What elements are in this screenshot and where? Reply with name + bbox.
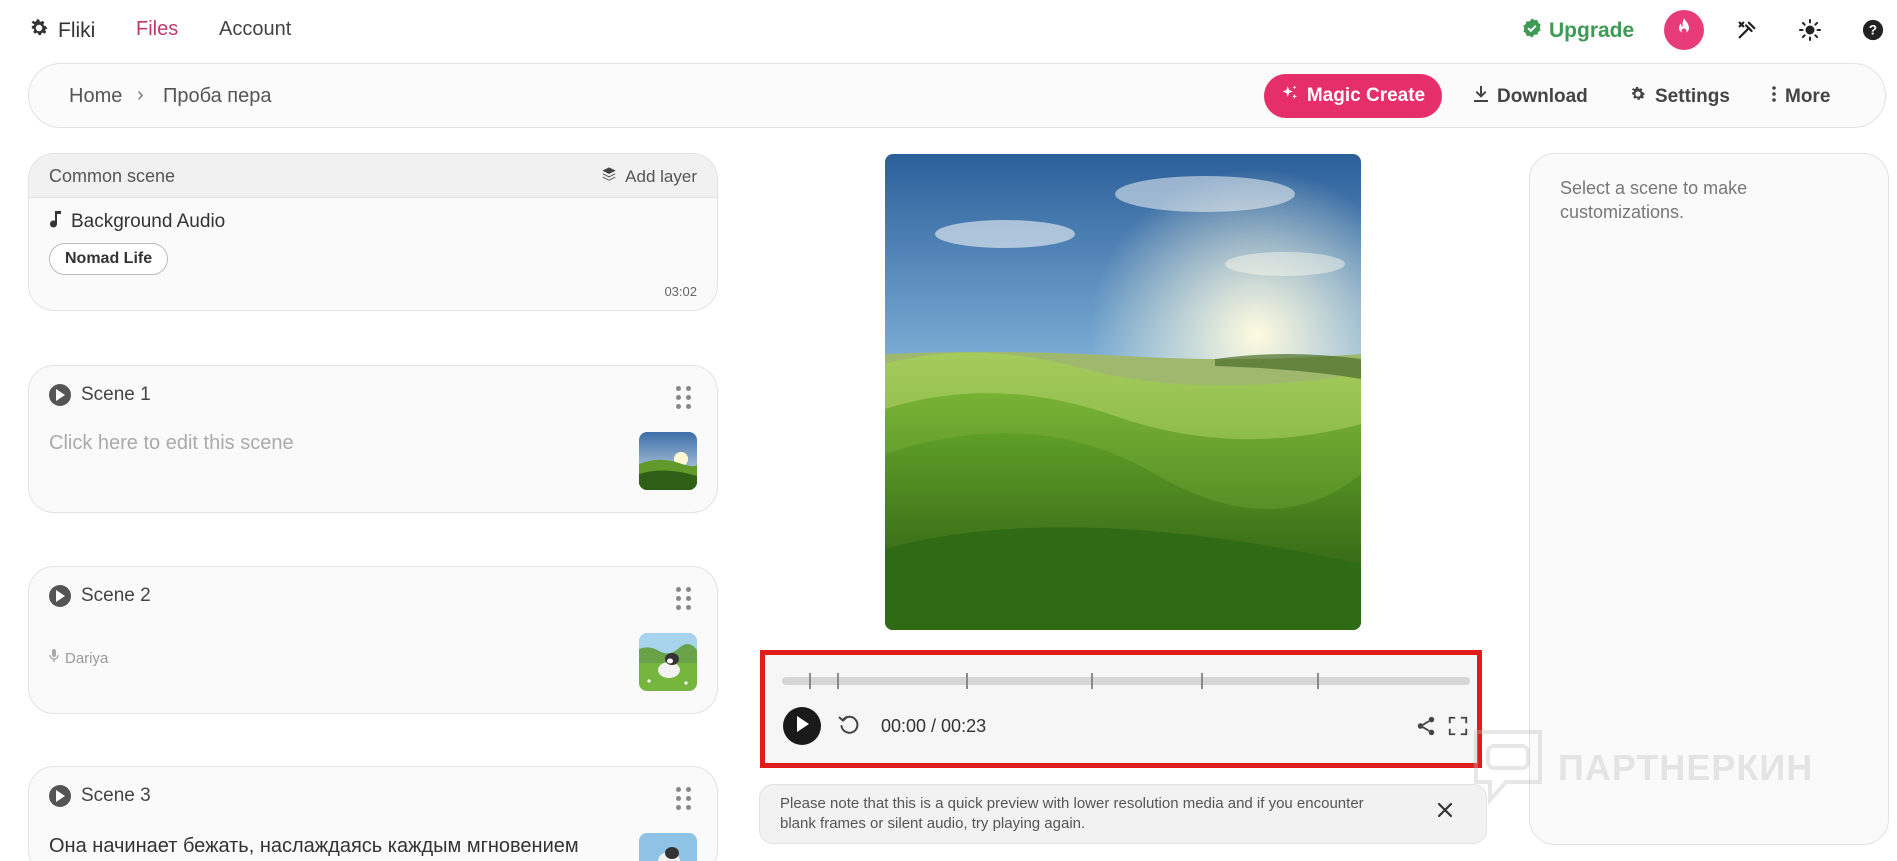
scene-placeholder[interactable]: Click here to edit this scene <box>49 432 294 455</box>
scene-marker <box>1091 673 1093 689</box>
more-vertical-icon <box>1771 85 1777 109</box>
scene-header: Scene 3 <box>49 785 151 807</box>
gear-icon <box>28 17 50 45</box>
flame-icon <box>1674 17 1694 44</box>
download-label: Download <box>1497 86 1588 107</box>
common-scene-header: Common scene Add layer <box>29 154 717 198</box>
scene-marker <box>1317 673 1319 689</box>
background-audio: Background Audio <box>49 210 225 234</box>
scene-thumbnail[interactable] <box>639 432 697 490</box>
replay-icon[interactable] <box>837 713 861 742</box>
top-navigation: Fliki Files Account Upgrade ? <box>0 0 1897 58</box>
scene-marker <box>1201 673 1203 689</box>
play-icon <box>795 715 809 737</box>
playback-time: 00:00 / 00:23 <box>881 716 987 736</box>
breadcrumb-home[interactable]: Home <box>69 85 122 108</box>
more-button[interactable]: More <box>1771 85 1830 109</box>
watermark: ПАРТНЕРКИН <box>1472 728 1813 808</box>
watermark-text: ПАРТНЕРКИН <box>1558 747 1814 788</box>
layers-icon <box>601 166 617 187</box>
scene-voice[interactable]: Dariya <box>49 649 108 667</box>
brand-name: Fliki <box>58 19 96 42</box>
preview-notice-text: Please note that this is a quick preview… <box>780 795 1364 832</box>
settings-button[interactable]: Settings <box>1629 85 1730 109</box>
scene-marker <box>837 673 839 689</box>
breadcrumb-separator: › <box>137 84 144 106</box>
upgrade-label: Upgrade <box>1549 19 1635 42</box>
drag-handle-icon[interactable] <box>676 386 691 409</box>
voice-name: Dariya <box>65 649 109 667</box>
more-label: More <box>1785 86 1831 107</box>
audio-duration: 03:02 <box>664 284 697 299</box>
video-player-controls: 00:00 / 00:23 <box>760 650 1482 768</box>
common-scene-title: Common scene <box>49 166 176 186</box>
background-audio-label: Background Audio <box>71 211 226 232</box>
scene-label: Scene 1 <box>81 384 151 405</box>
scene-card-3[interactable]: Scene 3 Она начинает бежать, наслаждаясь… <box>28 766 718 861</box>
upgrade-link[interactable]: Upgrade <box>1521 17 1634 45</box>
scene-marker <box>809 673 811 689</box>
nav-files[interactable]: Files <box>136 18 178 41</box>
check-badge-icon <box>1521 17 1543 45</box>
svg-text:?: ? <box>1869 23 1877 38</box>
add-layer-label: Add layer <box>625 166 697 186</box>
download-button[interactable]: Download <box>1473 85 1588 109</box>
scene-card-2[interactable]: Scene 2 Dariya <box>28 566 718 714</box>
timeline-scrubber[interactable] <box>782 673 1470 689</box>
scene-card-1[interactable]: Scene 1 Click here to edit this scene <box>28 365 718 513</box>
preview-notice: Please note that this is a quick preview… <box>759 784 1487 844</box>
sparkle-icon <box>1281 84 1299 108</box>
fullscreen-icon[interactable] <box>1447 715 1469 742</box>
scene-label: Scene 2 <box>81 585 151 606</box>
customization-hint: Select a scene to make customizations. <box>1560 178 1748 222</box>
brand-link[interactable]: Fliki <box>28 17 95 45</box>
scene-header: Scene 1 <box>49 384 151 406</box>
audio-track-pill[interactable]: Nomad Life <box>49 243 169 275</box>
scene-thumbnail[interactable] <box>639 633 697 691</box>
play-button[interactable] <box>783 707 821 745</box>
avatar[interactable] <box>1664 10 1704 50</box>
preview-image <box>885 154 1361 630</box>
common-scene-card[interactable]: Common scene Add layer Background Audio … <box>28 153 718 311</box>
scene-text[interactable]: Она начинает бежать, наслаждаясь каждым … <box>49 835 579 858</box>
add-layer-button[interactable]: Add layer <box>601 166 697 187</box>
help-icon[interactable]: ? <box>1861 18 1885 42</box>
magic-create-label: Magic Create <box>1306 85 1426 106</box>
settings-icon <box>1629 85 1647 109</box>
nav-account[interactable]: Account <box>219 18 291 41</box>
sun-icon[interactable] <box>1798 18 1822 42</box>
tools-icon[interactable] <box>1735 18 1759 42</box>
watermark-logo-icon <box>1474 730 1542 806</box>
breadcrumb-current: Проба пера <box>163 85 272 107</box>
share-icon[interactable] <box>1415 715 1437 742</box>
scene-marker <box>966 673 968 689</box>
download-icon <box>1473 85 1489 109</box>
drag-handle-icon[interactable] <box>676 587 691 610</box>
settings-label: Settings <box>1655 86 1730 107</box>
music-note-icon <box>49 210 63 234</box>
scene-header: Scene 2 <box>49 585 151 607</box>
play-icon[interactable] <box>49 785 71 807</box>
scene-thumbnail[interactable] <box>639 833 697 861</box>
breadcrumb-toolbar: Home › Проба пера Magic Create Download … <box>28 63 1886 128</box>
scene-label: Scene 3 <box>81 785 151 806</box>
drag-handle-icon[interactable] <box>676 787 691 810</box>
close-icon[interactable] <box>1436 801 1454 824</box>
magic-create-button[interactable]: Magic Create <box>1264 74 1442 118</box>
play-icon[interactable] <box>49 384 71 406</box>
microphone-icon <box>49 649 59 667</box>
play-icon[interactable] <box>49 585 71 607</box>
